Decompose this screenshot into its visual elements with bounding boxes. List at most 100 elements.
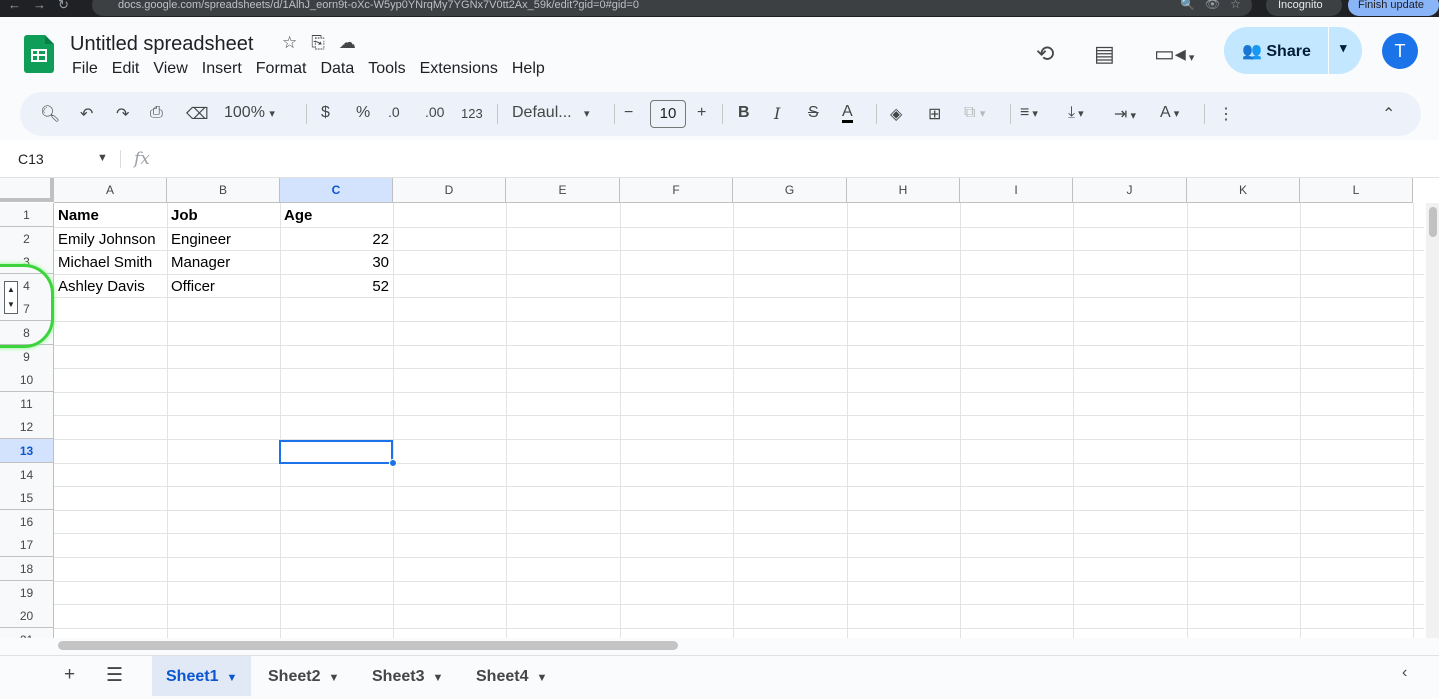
cell-b2[interactable]: Engineer — [167, 228, 280, 251]
row-header-19[interactable]: 19 — [0, 580, 54, 605]
menu-file[interactable]: File — [72, 60, 98, 78]
cell-b4[interactable]: Officer — [167, 275, 280, 298]
cloud-status-icon[interactable]: ☁ — [339, 33, 356, 53]
row-header-2[interactable]: 2 — [0, 226, 54, 251]
column-header-e[interactable]: E — [506, 178, 620, 203]
cell-b1[interactable]: Job — [167, 204, 280, 227]
name-box-dropdown-icon[interactable]: ▼ — [97, 152, 108, 164]
row-header-14[interactable]: 14 — [0, 462, 54, 487]
tab-sheet1[interactable]: Sheet1 ▼ — [152, 656, 252, 696]
document-title[interactable]: Untitled spreadsheet — [70, 33, 253, 56]
font-size-input[interactable]: 10 — [650, 100, 686, 128]
tab-sheet4[interactable]: Sheet4 ▼ — [462, 656, 561, 696]
comments-icon[interactable]: ▤ — [1094, 41, 1115, 67]
zoom-select[interactable]: 100% ▾ — [224, 104, 275, 122]
cell-a3[interactable]: Michael Smith — [54, 251, 167, 274]
menu-insert[interactable]: Insert — [202, 60, 242, 78]
increase-decimal-button[interactable]: .00 — [425, 104, 444, 120]
browser-action-icons[interactable]: 🔍👁☆ — [1180, 0, 1251, 11]
version-history-icon[interactable]: ⟲ — [1036, 41, 1054, 67]
row-header-10[interactable]: 10 — [0, 368, 54, 393]
text-rotation-icon[interactable]: A ▾ — [1160, 104, 1179, 122]
formula-input[interactable] — [170, 150, 1410, 170]
tab-sheet2[interactable]: Sheet2 ▼ — [254, 656, 353, 696]
row-header-20[interactable]: 20 — [0, 604, 54, 629]
meet-icon[interactable]: ▭◂ ▾ — [1154, 41, 1194, 67]
explore-collapse-icon[interactable]: ‹ — [1402, 664, 1407, 682]
fill-color-icon[interactable]: ◈ — [890, 104, 902, 124]
column-header-d[interactable]: D — [393, 178, 506, 203]
cell-a1[interactable]: Name — [54, 204, 167, 227]
row-header-13[interactable]: 13 — [0, 439, 54, 463]
cell-b3[interactable]: Manager — [167, 251, 280, 274]
column-header-i[interactable]: I — [960, 178, 1073, 203]
column-header-c[interactable]: C — [280, 178, 393, 203]
cell-a4[interactable]: Ashley Davis — [54, 275, 167, 298]
horizontal-scrollbar[interactable] — [58, 641, 678, 650]
strikethrough-icon[interactable]: S — [808, 104, 819, 122]
row-header-15[interactable]: 15 — [0, 486, 54, 511]
merge-cells-icon[interactable]: ⧉ ▾ — [964, 104, 985, 122]
menu-data[interactable]: Data — [320, 60, 354, 78]
unhide-rows-arrows-icon[interactable]: ▲ ▼ — [4, 281, 18, 314]
row-header-21[interactable]: 21 — [0, 627, 54, 638]
menu-extensions[interactable]: Extensions — [420, 60, 498, 78]
tab-sheet3[interactable]: Sheet3 ▼ — [358, 656, 457, 696]
column-header-j[interactable]: J — [1073, 178, 1187, 203]
font-size-increase-icon[interactable]: + — [697, 104, 706, 122]
fill-handle[interactable] — [389, 459, 397, 467]
more-options-icon[interactable]: ⋮ — [1218, 104, 1234, 124]
active-cell-selection[interactable] — [279, 440, 393, 464]
row-header-12[interactable]: 12 — [0, 415, 54, 440]
column-header-b[interactable]: B — [167, 178, 280, 203]
column-header-f[interactable]: F — [620, 178, 733, 203]
row-header-18[interactable]: 18 — [0, 557, 54, 581]
name-box[interactable]: C13 — [18, 151, 44, 167]
row-header-17[interactable]: 17 — [0, 533, 54, 558]
borders-icon[interactable]: ⊞ — [928, 104, 941, 124]
cell-c2[interactable]: 22 — [280, 228, 393, 251]
vertical-scrollbar[interactable] — [1426, 203, 1439, 638]
cell-a2[interactable]: Emily Johnson — [54, 228, 167, 251]
cell-c4[interactable]: 52 — [280, 275, 393, 298]
redo-icon[interactable]: ↷ — [116, 104, 129, 124]
menu-help[interactable]: Help — [512, 60, 545, 78]
search-icon[interactable]: 🔍︎ — [40, 104, 60, 124]
text-color-icon[interactable]: A — [842, 104, 853, 123]
vertical-align-icon[interactable]: ⤓ ▾ — [1068, 104, 1084, 122]
paint-format-icon[interactable]: ⌫ — [186, 104, 209, 124]
menu-format[interactable]: Format — [256, 60, 307, 78]
column-header-a[interactable]: A — [54, 178, 167, 203]
row-header-9[interactable]: 9 — [0, 344, 54, 369]
percent-format-button[interactable]: % — [356, 104, 370, 122]
row-header-11[interactable]: 11 — [0, 391, 54, 416]
undo-icon[interactable]: ↶ — [80, 104, 93, 124]
font-size-decrease-icon[interactable]: − — [624, 104, 633, 122]
text-wrapping-icon[interactable]: ⇥ ▾ — [1114, 104, 1136, 124]
menu-edit[interactable]: Edit — [112, 60, 140, 78]
menu-view[interactable]: View — [153, 60, 187, 78]
horizontal-align-icon[interactable]: ≡ ▾ — [1020, 104, 1038, 122]
font-select[interactable]: Defaul... ▾ — [512, 104, 590, 122]
select-all-corner[interactable] — [0, 178, 54, 202]
bold-icon[interactable]: B — [738, 104, 750, 122]
cell-c1[interactable]: Age — [280, 204, 393, 227]
column-header-k[interactable]: K — [1187, 178, 1300, 203]
menu-tools[interactable]: Tools — [368, 60, 405, 78]
add-sheet-icon[interactable]: + — [64, 664, 75, 686]
column-header-g[interactable]: G — [733, 178, 847, 203]
column-header-l[interactable]: L — [1300, 178, 1413, 203]
finish-update-button[interactable]: Finish update — [1348, 0, 1439, 16]
more-formats-button[interactable]: 123 — [461, 106, 483, 121]
row-header-1[interactable]: 1 — [0, 203, 54, 227]
decrease-decimal-button[interactable]: .0 — [388, 104, 400, 120]
share-dropdown-icon[interactable]: ▾ — [1340, 40, 1347, 56]
avatar[interactable]: T — [1382, 33, 1418, 69]
move-folder-icon[interactable]: ⎘ — [311, 33, 325, 53]
star-icon[interactable]: ☆ — [282, 33, 297, 53]
spreadsheet-grid[interactable]: ABCDEFGHIJKL 1 2 3 4 7 8 9 10 11 12 13 14 15 16 17 18 19… — [0, 178, 1439, 638]
collapse-toolbar-icon[interactable]: ⌃ — [1382, 104, 1395, 124]
italic-icon[interactable]: I — [774, 104, 780, 123]
share-button[interactable]: 👥 Share ▾ — [1224, 27, 1362, 74]
sheets-logo-icon[interactable] — [24, 35, 54, 73]
